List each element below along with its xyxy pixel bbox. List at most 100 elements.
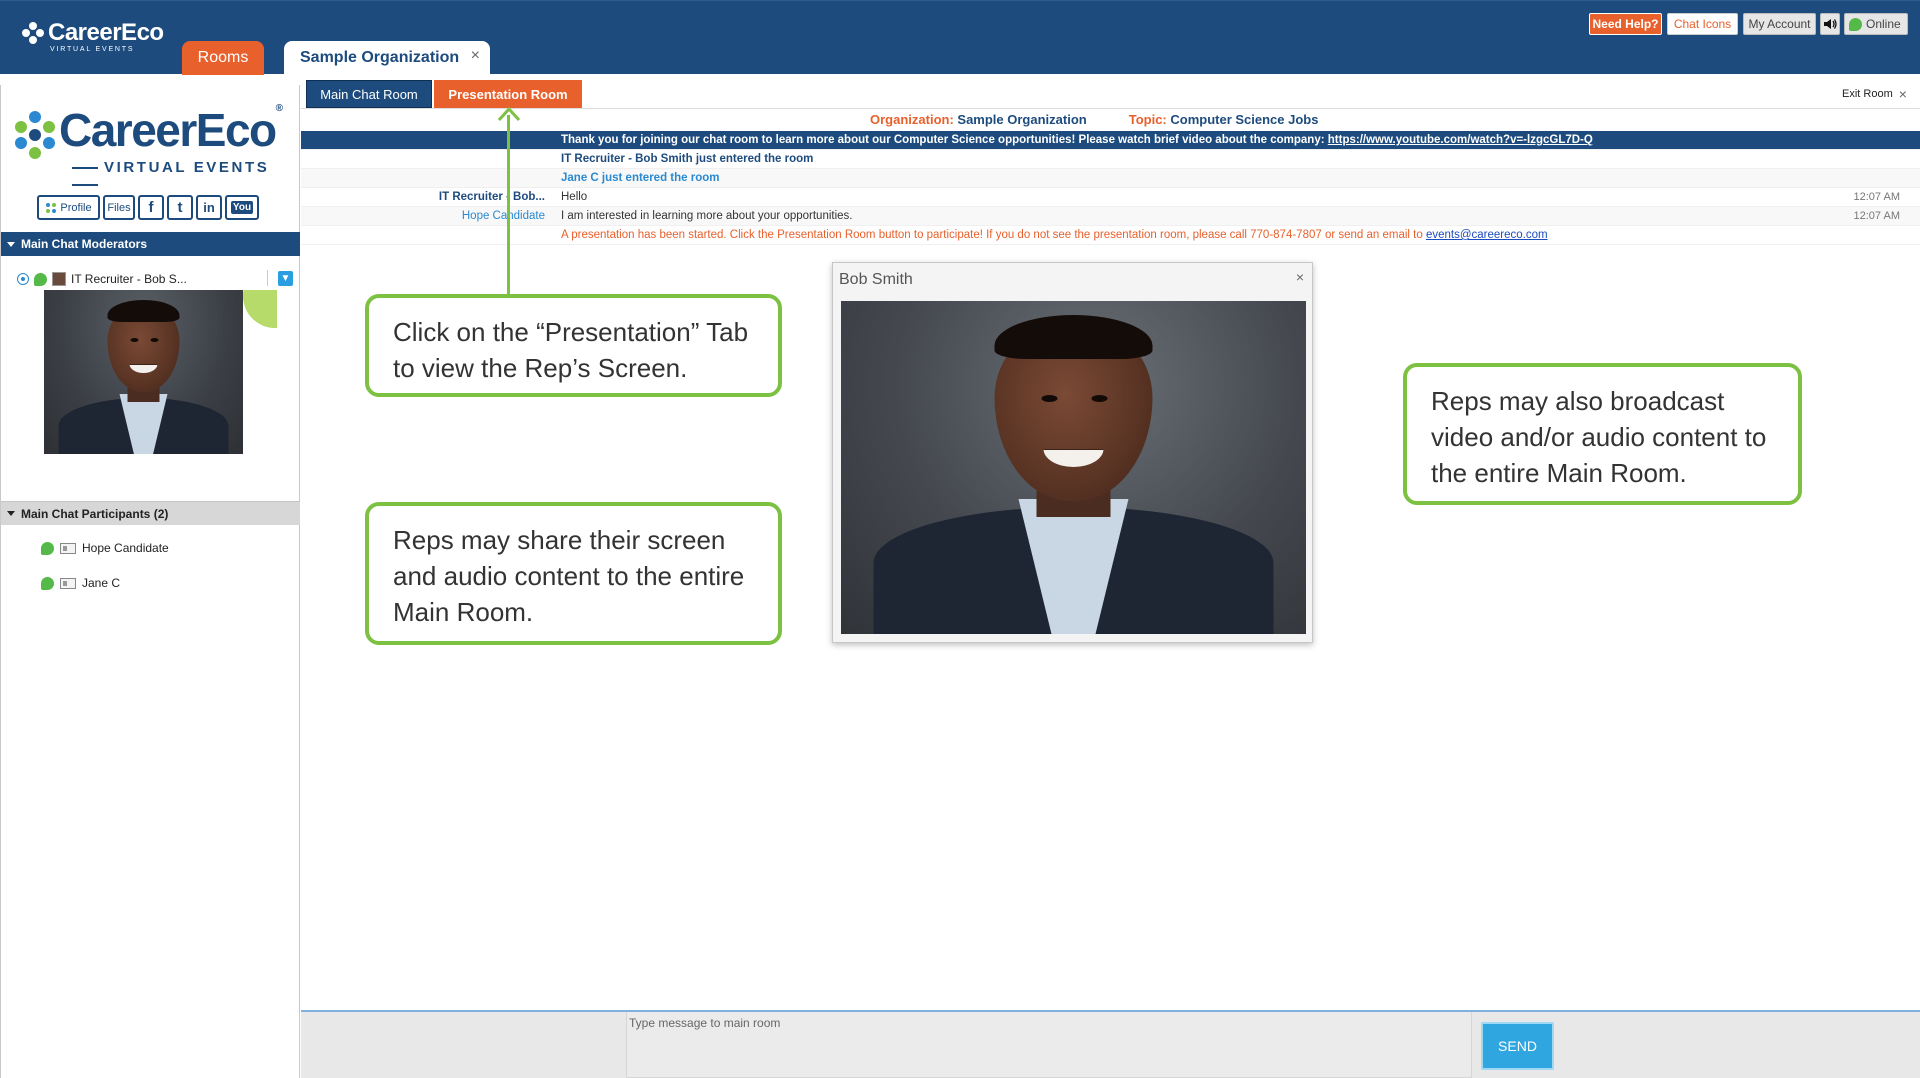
sound-toggle-button[interactable] bbox=[1820, 13, 1840, 35]
callout-share-screen: Reps may share their screen and audio co… bbox=[365, 502, 782, 645]
my-account-button[interactable]: My Account bbox=[1743, 13, 1816, 35]
person-photo bbox=[44, 290, 243, 454]
online-status-button[interactable]: Online bbox=[1844, 13, 1908, 35]
email-link[interactable]: events@careereco.com bbox=[1426, 229, 1548, 241]
welcome-banner-text: Thank you for joining our chat room to l… bbox=[561, 134, 1328, 146]
tab-sample-organization[interactable]: Sample Organization × bbox=[284, 41, 490, 75]
youtube-label: You bbox=[230, 201, 254, 214]
system-message: Jane C just entered the room bbox=[301, 169, 1920, 188]
main-chat-room-tab[interactable]: Main Chat Room bbox=[306, 80, 432, 108]
collapse-triangle-icon bbox=[7, 511, 15, 516]
sidebar: CareerEco® VIRTUAL EVENTS Profile Files … bbox=[0, 85, 300, 1078]
send-button[interactable]: SEND bbox=[1481, 1022, 1554, 1070]
organization-value: Sample Organization bbox=[957, 112, 1087, 127]
participants-section-title: Main Chat Participants (2) bbox=[21, 506, 169, 521]
system-message-text: Jane C just entered the room bbox=[561, 172, 720, 184]
close-icon: × bbox=[1898, 86, 1907, 102]
business-card-icon[interactable] bbox=[60, 542, 76, 554]
participant-item[interactable]: Hope Candidate bbox=[41, 539, 169, 557]
topic-label: Topic: bbox=[1128, 112, 1167, 127]
system-message-text: IT Recruiter - Bob Smith just entered th… bbox=[561, 153, 814, 165]
room-info-line: Organization: Sample Organization Topic:… bbox=[870, 112, 1318, 127]
tab-rooms[interactable]: Rooms bbox=[182, 41, 264, 75]
message-input[interactable] bbox=[626, 1012, 1472, 1078]
participant-item[interactable]: Jane C bbox=[41, 574, 120, 592]
moderator-video-thumbnail bbox=[44, 290, 243, 454]
registered-mark: ® bbox=[275, 103, 283, 114]
facebook-icon[interactable]: f bbox=[138, 195, 164, 220]
tab-rooms-label: Rooms bbox=[197, 49, 249, 66]
arrow-up-icon bbox=[497, 106, 521, 122]
participants-section-header[interactable]: Main Chat Participants (2) bbox=[1, 501, 300, 525]
moderators-section-title: Main Chat Moderators bbox=[21, 237, 148, 251]
moderator-name: IT Recruiter - Bob S... bbox=[71, 272, 187, 286]
chat-message: Hope Candidate I am interested in learni… bbox=[301, 207, 1920, 226]
video-window-title: Bob Smith bbox=[839, 271, 913, 288]
divider bbox=[301, 108, 1920, 109]
close-tab-icon[interactable]: × bbox=[471, 47, 480, 65]
profile-button[interactable]: Profile bbox=[37, 195, 100, 220]
profile-icon bbox=[46, 202, 57, 213]
participant-name: Jane C bbox=[82, 576, 121, 590]
header-logo[interactable]: CareerEco VIRTUAL EVENTS bbox=[20, 19, 164, 53]
online-status-icon bbox=[41, 541, 54, 555]
organization-info: Organization: Sample Organization bbox=[870, 112, 1087, 127]
top-header: CareerEco VIRTUAL EVENTS Rooms Sample Or… bbox=[0, 0, 1920, 75]
video-feed bbox=[841, 301, 1306, 634]
files-button[interactable]: Files bbox=[103, 195, 135, 220]
exit-room-button[interactable]: Exit Room × bbox=[1842, 86, 1907, 102]
message-composer: SEND bbox=[301, 1010, 1920, 1078]
message-time: 12:07 AM bbox=[1853, 210, 1900, 222]
chat-icons-button[interactable]: Chat Icons bbox=[1667, 13, 1738, 35]
need-help-button[interactable]: Need Help? bbox=[1589, 13, 1662, 35]
presentation-alert-text: A presentation has been started. Click t… bbox=[561, 229, 1426, 241]
chat-message: IT Recruiter - Bob... Hello 12:07 AM bbox=[301, 188, 1920, 207]
target-icon[interactable] bbox=[17, 273, 29, 285]
divider bbox=[267, 270, 268, 286]
online-status-icon bbox=[34, 272, 47, 286]
moderator-item[interactable]: IT Recruiter - Bob S... ▼ bbox=[17, 270, 293, 288]
system-message: IT Recruiter - Bob Smith just entered th… bbox=[301, 150, 1920, 169]
collapse-triangle-icon bbox=[7, 241, 15, 247]
logo-flower-icon bbox=[22, 22, 44, 44]
message-text: I am interested in learning more about y… bbox=[561, 210, 853, 222]
social-toolbar: Profile Files f t in You bbox=[37, 195, 259, 220]
topic-info: Topic: Computer Science Jobs bbox=[1129, 112, 1319, 127]
sidebar-logo-subtitle: VIRTUAL EVENTS bbox=[66, 159, 291, 193]
youtube-icon[interactable]: You bbox=[225, 195, 259, 220]
organization-label: Organization: bbox=[870, 112, 954, 127]
business-card-icon[interactable] bbox=[60, 577, 76, 589]
sidebar-logo: CareerEco® VIRTUAL EVENTS bbox=[11, 97, 291, 177]
online-status-icon bbox=[1849, 17, 1862, 31]
speaker-icon bbox=[1824, 19, 1837, 29]
avatar bbox=[52, 272, 66, 286]
chat-transcript: Thank you for joining our chat room to l… bbox=[301, 131, 1920, 245]
profile-label: Profile bbox=[60, 201, 92, 214]
message-sender[interactable]: Hope Candidate bbox=[301, 210, 561, 222]
topic-value: Computer Science Jobs bbox=[1170, 112, 1319, 127]
message-sender[interactable]: IT Recruiter - Bob... bbox=[301, 191, 561, 203]
exit-room-label: Exit Room bbox=[1842, 88, 1893, 100]
linkedin-icon[interactable]: in bbox=[196, 195, 222, 220]
sidebar-logo-text: CareerEco bbox=[59, 104, 277, 156]
video-link[interactable]: https://www.youtube.com/watch?v=-lzgcGL7… bbox=[1328, 134, 1593, 146]
message-time: 12:07 AM bbox=[1853, 191, 1900, 203]
logo-flower-icon bbox=[11, 111, 59, 159]
tab-sample-organization-label: Sample Organization bbox=[300, 49, 460, 66]
callout-arrow-line bbox=[507, 115, 510, 295]
callout-presentation-tab: Click on the “Presentation” Tab to view … bbox=[365, 294, 782, 397]
header-logo-text: CareerEco bbox=[48, 19, 164, 46]
download-icon[interactable]: ▼ bbox=[278, 271, 293, 286]
close-icon[interactable]: × bbox=[1296, 269, 1304, 285]
header-logo-subtitle: VIRTUAL EVENTS bbox=[50, 46, 135, 53]
presentation-room-tab[interactable]: Presentation Room bbox=[434, 80, 582, 108]
online-status-icon bbox=[41, 576, 54, 590]
message-text: Hello bbox=[561, 191, 588, 203]
presentation-alert: A presentation has been started. Click t… bbox=[301, 226, 1920, 245]
video-window[interactable]: Bob Smith × bbox=[832, 262, 1313, 643]
participant-name: Hope Candidate bbox=[82, 541, 169, 555]
moderators-section-header[interactable]: Main Chat Moderators bbox=[1, 232, 300, 256]
twitter-icon[interactable]: t bbox=[167, 195, 193, 220]
decorative-shape bbox=[243, 290, 277, 338]
online-status-label: Online bbox=[1866, 17, 1901, 31]
